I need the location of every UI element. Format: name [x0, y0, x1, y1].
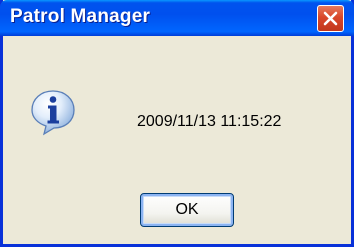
ok-button[interactable]: OK: [140, 193, 234, 227]
title-bar[interactable]: Patrol Manager: [0, 0, 354, 36]
info-icon: [31, 90, 75, 136]
close-button[interactable]: [317, 5, 344, 32]
close-icon: [323, 11, 338, 26]
message-text: 2009/11/13 11:15:22: [137, 113, 282, 130]
message-dialog-window: Patrol Manager 2009/11/13 11:15:22 OK: [0, 0, 354, 247]
window-title: Patrol Manager: [10, 6, 151, 27]
